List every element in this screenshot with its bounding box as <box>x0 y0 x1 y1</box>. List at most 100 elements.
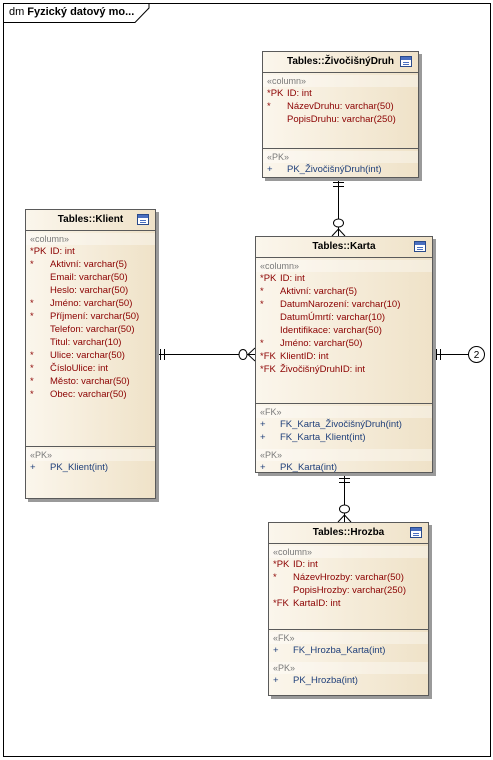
operation-row[interactable]: + PK_Hrozba(int) <box>273 674 424 687</box>
column-row[interactable]: *FK KartaID: int <box>273 597 424 610</box>
column-text: NázevDruhu: varchar(50) <box>287 101 394 112</box>
column-prefix: * <box>30 298 34 309</box>
fk-section: «FK» + FK_Hrozba_Karta(int) <box>269 629 428 660</box>
table-icon <box>414 241 426 252</box>
connector-zivocisny-karta[interactable] <box>331 178 346 237</box>
column-row[interactable]: *PK ID: int <box>267 87 414 100</box>
column-text: Titul: varchar(10) <box>50 337 122 348</box>
column-prefix: * <box>260 299 264 310</box>
column-prefix: * <box>30 363 34 374</box>
operation-text: FK_Karta_ŽivočišnýDruh(int) <box>280 419 402 430</box>
table-title: Tables::Karta <box>312 241 376 252</box>
column-row[interactable]: *FK ŽivočišnýDruhID: int <box>260 363 428 376</box>
fk-stereotype: «FK» <box>256 406 432 418</box>
operation-text: PK_Klient(int) <box>50 462 109 473</box>
operation-text: FK_Hrozba_Karta(int) <box>293 645 386 656</box>
column-row[interactable]: * Aktivní: varchar(5) <box>260 285 428 298</box>
column-text: PopisHrozby: varchar(250) <box>293 585 406 596</box>
column-stereotype: «column» <box>256 260 432 272</box>
column-row[interactable]: Identifikace: varchar(50) <box>260 324 428 337</box>
operation-prefix: + <box>30 462 36 473</box>
operation-row[interactable]: + PK_Karta(int) <box>260 461 428 474</box>
column-text: PopisDruhu: varchar(250) <box>287 114 396 125</box>
column-row[interactable]: * Obec: varchar(50) <box>30 388 151 401</box>
column-row[interactable]: DatumÚmrtí: varchar(10) <box>260 311 428 324</box>
column-row[interactable]: Heslo: varchar(50) <box>30 284 151 297</box>
connector-karta-hrozba[interactable] <box>337 473 352 523</box>
column-prefix: * <box>267 101 271 112</box>
column-row[interactable]: Titul: varchar(10) <box>30 336 151 349</box>
operation-prefix: + <box>273 645 279 656</box>
column-row[interactable]: * Aktivní: varchar(5) <box>30 258 151 271</box>
table-icon <box>400 56 412 67</box>
column-row[interactable]: *PK ID: int <box>30 245 151 258</box>
column-prefix: * <box>30 311 34 322</box>
table-header: Tables::Hrozba <box>269 523 428 544</box>
column-row[interactable]: Telefon: varchar(50) <box>30 323 151 336</box>
column-row[interactable]: Email: varchar(50) <box>30 271 151 284</box>
column-row[interactable]: *PK ID: int <box>273 558 424 571</box>
table-header: Tables::Klient <box>26 210 155 231</box>
columns-section: «column» *PK ID: int * NázevDruhu: varchar… <box>263 73 418 148</box>
table-klient[interactable]: Tables::Klient «column» *PK ID: int * Akti… <box>25 209 156 499</box>
column-prefix: *PK <box>267 88 284 99</box>
operation-prefix: + <box>267 164 273 175</box>
operation-text: PK_ŽivočišnýDruh(int) <box>287 164 382 175</box>
operation-text: PK_Karta(int) <box>280 462 338 473</box>
connector-klient-karta[interactable] <box>156 347 256 362</box>
column-text: ŽivočišnýDruhID: int <box>280 364 365 375</box>
column-row[interactable]: *PK ID: int <box>260 272 428 285</box>
pk-section: «PK» + PK_ŽivočišnýDruh(int) <box>263 148 418 179</box>
table-icon <box>137 214 149 225</box>
column-stereotype: «column» <box>269 546 428 558</box>
column-text: ID: int <box>50 246 75 257</box>
column-row[interactable]: * Město: varchar(50) <box>30 375 151 388</box>
column-row[interactable]: * NázevHrozby: varchar(50) <box>273 571 424 584</box>
pk-stereotype: «PK» <box>269 662 428 674</box>
column-prefix: * <box>260 338 264 349</box>
column-text: Telefon: varchar(50) <box>50 324 135 335</box>
operation-text: PK_Hrozba(int) <box>293 675 358 686</box>
column-row[interactable]: * Ulice: varchar(50) <box>30 349 151 362</box>
operation-prefix: + <box>273 675 279 686</box>
operation-prefix: + <box>260 432 266 443</box>
table-header: Tables::ŽivočišnýDruh <box>263 52 418 73</box>
table-title: Tables::ŽivočišnýDruh <box>286 56 395 67</box>
pk-stereotype: «PK» <box>26 449 155 461</box>
column-row[interactable]: * ČísloUlice: int <box>30 362 151 375</box>
offpage-connector[interactable]: 2 <box>468 346 485 363</box>
column-row[interactable]: * Jméno: varchar(50) <box>30 297 151 310</box>
column-row[interactable]: * NázevDruhu: varchar(50) <box>267 100 414 113</box>
column-prefix: *FK <box>260 364 276 375</box>
column-text: Město: varchar(50) <box>50 376 130 387</box>
column-text: DatumNarození: varchar(10) <box>280 299 401 310</box>
column-text: Heslo: varchar(50) <box>50 285 129 296</box>
column-row[interactable]: PopisHrozby: varchar(250) <box>273 584 424 597</box>
fk-stereotype: «FK» <box>269 632 428 644</box>
operation-row[interactable]: + PK_ŽivočišnýDruh(int) <box>267 163 414 176</box>
column-text: ČísloUlice: int <box>50 363 109 374</box>
operation-row[interactable]: + PK_Klient(int) <box>30 461 151 474</box>
table-zivocisny-druh[interactable]: Tables::ŽivočišnýDruh «column» *PK ID: in… <box>262 51 419 178</box>
column-row[interactable]: * Příjmení: varchar(50) <box>30 310 151 323</box>
column-row[interactable]: * Jméno: varchar(50) <box>260 337 428 350</box>
table-icon <box>410 527 422 538</box>
operation-row[interactable]: + FK_Karta_ŽivočišnýDruh(int) <box>260 418 428 431</box>
operation-row[interactable]: + FK_Hrozba_Karta(int) <box>273 644 424 657</box>
table-karta[interactable]: Tables::Karta «column» *PK ID: int * Aktiv… <box>255 236 433 473</box>
column-row[interactable]: * DatumNarození: varchar(10) <box>260 298 428 311</box>
connector-karta-offpage[interactable] <box>433 349 468 360</box>
column-text: Aktivní: varchar(5) <box>280 286 358 297</box>
pk-section: «PK» + PK_Klient(int) <box>26 446 155 477</box>
column-row[interactable]: *FK KlientID: int <box>260 350 428 363</box>
table-header: Tables::Karta <box>256 237 432 258</box>
table-title: Tables::Klient <box>57 214 124 225</box>
columns-section: «column» *PK ID: int * Aktivní: varchar(5)… <box>26 231 155 446</box>
table-hrozba[interactable]: Tables::Hrozba «column» *PK ID: int * Náze… <box>268 522 429 696</box>
column-row[interactable]: PopisDruhu: varchar(250) <box>267 113 414 126</box>
fk-section: «FK» + FK_Karta_ŽivočišnýDruh(int) + FK_Ka… <box>256 403 432 447</box>
column-text: Jméno: varchar(50) <box>50 298 133 309</box>
operation-row[interactable]: + FK_Karta_Klient(int) <box>260 431 428 444</box>
column-text: DatumÚmrtí: varchar(10) <box>280 312 386 323</box>
column-text: Aktivní: varchar(5) <box>50 259 128 270</box>
